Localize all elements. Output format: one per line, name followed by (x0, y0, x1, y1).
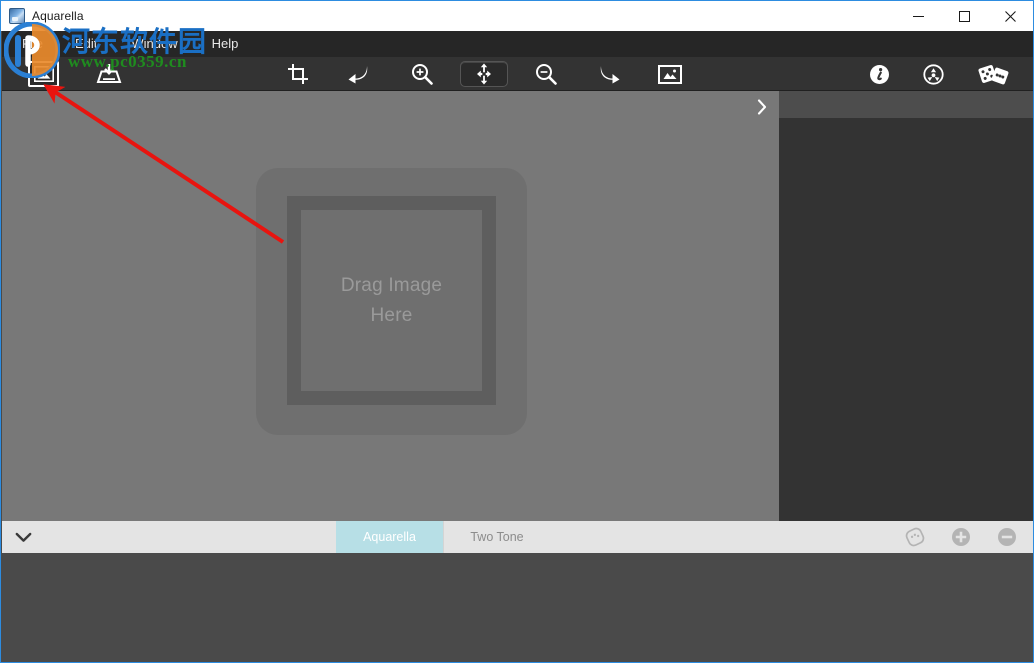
zoom-in-button[interactable] (407, 60, 437, 88)
add-preset-button[interactable] (951, 527, 971, 547)
undo-button[interactable] (344, 60, 374, 88)
maximize-icon (958, 10, 970, 22)
preset-bar: Aquarella Two Tone (2, 521, 1033, 553)
menu-item-window[interactable]: Window (122, 31, 186, 57)
info-button[interactable] (864, 60, 894, 88)
save-icon (96, 64, 122, 83)
preset-actions (905, 521, 1033, 553)
remove-preset-button[interactable] (997, 527, 1017, 547)
crop-button[interactable] (283, 60, 313, 88)
menu-bar: File Edit Window Help (2, 31, 1033, 57)
plus-circle-icon (952, 528, 970, 546)
preset-bar-spacer (44, 521, 336, 553)
menu-item-help[interactable]: Help (203, 31, 248, 57)
drop-zone-frame: Drag Image Here (287, 196, 496, 405)
title-bar: Aquarella (1, 1, 1033, 31)
minus-circle-icon (998, 528, 1016, 546)
palette-circle-icon (905, 527, 925, 547)
save-image-button[interactable] (94, 60, 124, 88)
preset-tab-two-tone[interactable]: Two Tone (443, 521, 550, 553)
drop-zone-label: Drag Image Here (340, 274, 443, 326)
redo-button[interactable] (594, 60, 624, 88)
menu-item-file[interactable]: File (13, 31, 52, 57)
fit-image-icon (658, 64, 682, 84)
redo-arrow-icon (600, 66, 620, 84)
window-title: Aquarella (32, 9, 84, 23)
move-arrows-icon (477, 63, 491, 85)
chevron-down-icon (15, 532, 31, 542)
right-settings-panel (779, 91, 1033, 521)
window-controls (895, 1, 1033, 31)
chevron-right-icon (757, 99, 767, 115)
application-window: Aquarella File Edit Window Help Drag Ima… (0, 0, 1034, 663)
preset-tab-aquarella[interactable]: Aquarella (336, 521, 443, 553)
palette-button[interactable] (905, 527, 925, 547)
bottom-area (2, 553, 1033, 662)
menu-item-edit[interactable]: Edit (66, 31, 106, 57)
fit-image-button[interactable] (655, 60, 685, 88)
magnifier-plus-icon (412, 64, 433, 85)
canvas-area[interactable]: Drag Image Here (2, 91, 779, 521)
image-drop-zone[interactable]: Drag Image Here (256, 168, 527, 435)
panel-toggle-button[interactable] (751, 95, 773, 119)
maximize-button[interactable] (941, 1, 987, 31)
info-circle-icon (869, 64, 889, 84)
randomize-button[interactable] (976, 60, 1012, 88)
close-button[interactable] (987, 1, 1033, 31)
right-panel-header (779, 91, 1033, 118)
zoom-out-button[interactable] (531, 60, 561, 88)
crop-icon (288, 64, 308, 84)
toolbar (2, 57, 1033, 91)
move-button[interactable] (460, 61, 508, 87)
app-icon (9, 8, 25, 24)
minimize-button[interactable] (895, 1, 941, 31)
minimize-icon (912, 15, 924, 17)
close-icon (1004, 10, 1016, 22)
preset-expand-button[interactable] (2, 521, 44, 553)
dice-icon (978, 65, 1009, 85)
open-image-button[interactable] (28, 61, 59, 87)
image-icon (33, 66, 54, 82)
magnifier-minus-icon (536, 64, 557, 85)
preset-bar-fill (550, 521, 905, 553)
recycle-circle-icon (922, 63, 944, 85)
undo-arrow-icon (348, 66, 368, 84)
effects-button[interactable] (918, 60, 948, 88)
